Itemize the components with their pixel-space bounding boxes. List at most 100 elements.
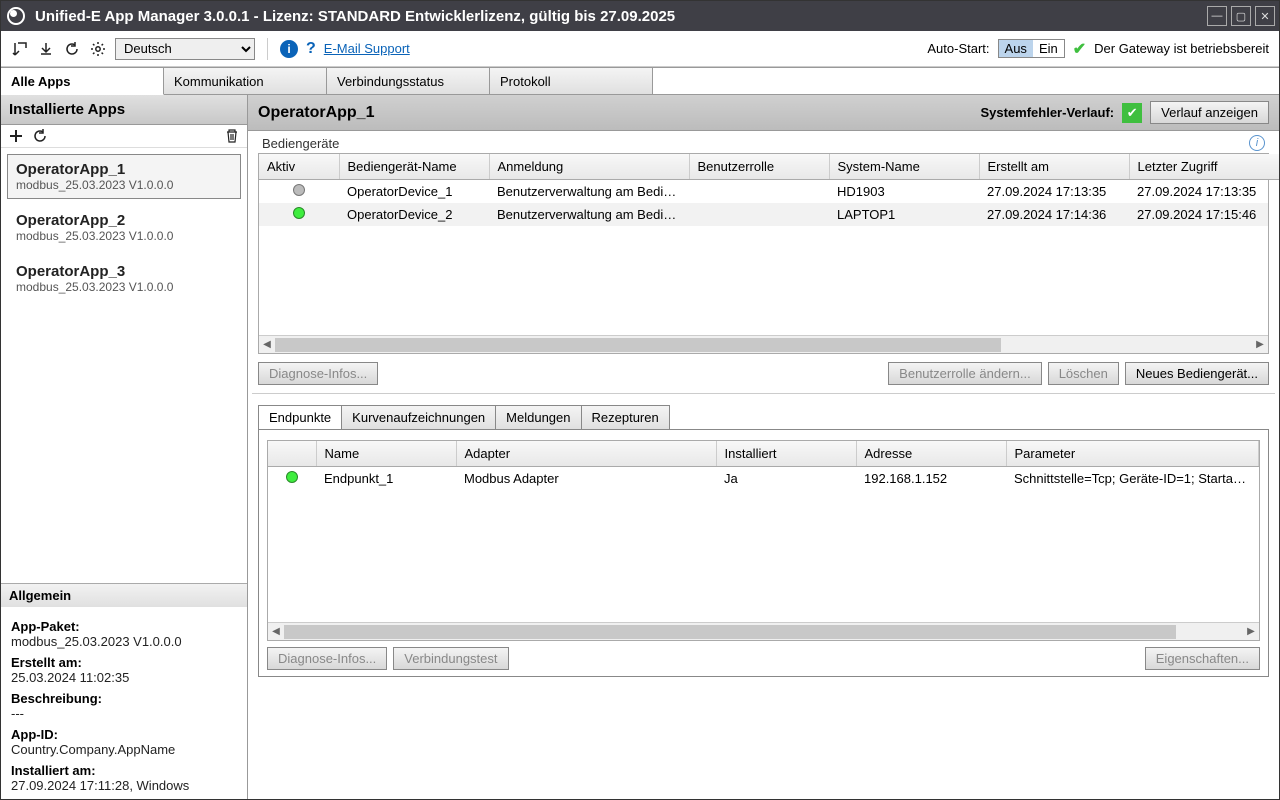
general-title: Allgemein: [1, 584, 247, 607]
scroll-right-icon[interactable]: ▶: [1252, 336, 1268, 353]
created-value: 25.03.2024 11:02:35: [11, 670, 237, 685]
language-select[interactable]: Deutsch: [115, 38, 255, 60]
autostart-toggle[interactable]: Aus Ein: [998, 39, 1065, 58]
app-card[interactable]: OperatorApp_1 modbus_25.03.2023 V1.0.0.0: [7, 154, 241, 199]
properties-button[interactable]: Eigenschaften...: [1145, 647, 1260, 670]
close-button[interactable]: ✕: [1255, 6, 1275, 26]
export-icon[interactable]: [11, 40, 29, 58]
diagnose-button[interactable]: Diagnose-Infos...: [258, 362, 378, 385]
desc-value: ---: [11, 706, 237, 721]
add-icon[interactable]: [9, 129, 23, 143]
col-created[interactable]: Erstellt am: [979, 154, 1129, 180]
autostart-label: Auto-Start:: [927, 41, 989, 56]
subtab-trends[interactable]: Kurvenaufzeichnungen: [341, 405, 496, 429]
window-title: Unified-E App Manager 3.0.0.1 - Lizenz: …: [35, 8, 1207, 25]
app-package: modbus_25.03.2023 V1.0.0.0: [16, 229, 232, 243]
endpoints-panel: Name Adapter Installiert Adresse Paramet…: [258, 429, 1269, 677]
devices-section-label: Bediengeräte: [262, 136, 339, 151]
scroll-left-icon[interactable]: ◀: [268, 623, 284, 640]
app-name: OperatorApp_1: [16, 161, 232, 178]
change-role-button[interactable]: Benutzerrolle ändern...: [888, 362, 1042, 385]
devices-table-wrapper: Aktiv Bediengerät-Name Anmeldung Benutze…: [258, 153, 1269, 354]
installed-label: Installiert am:: [11, 763, 237, 778]
tab-connection-status[interactable]: Verbindungsstatus: [327, 68, 490, 94]
col-ep-installed[interactable]: Installiert: [716, 441, 856, 467]
refresh-icon[interactable]: [63, 40, 81, 58]
col-active[interactable]: Aktiv: [259, 154, 339, 180]
minimize-button[interactable]: —: [1207, 6, 1227, 26]
sysfault-label: Systemfehler-Verlauf:: [980, 105, 1114, 120]
diagnose2-button[interactable]: Diagnose-Infos...: [267, 647, 387, 670]
delete-button[interactable]: Löschen: [1048, 362, 1119, 385]
app-name: OperatorApp_2: [16, 212, 232, 229]
col-ep-params[interactable]: Parameter: [1006, 441, 1259, 467]
email-support-link[interactable]: E-Mail Support: [324, 41, 410, 56]
subtab-endpoints[interactable]: Endpunkte: [258, 405, 342, 429]
trash-icon[interactable]: [225, 129, 239, 143]
toolbar: Deutsch i ? E-Mail Support Auto-Start: A…: [1, 31, 1279, 67]
app-logo-icon: [7, 7, 25, 25]
info-icon[interactable]: i: [280, 40, 298, 58]
created-label: Erstellt am:: [11, 655, 237, 670]
col-ep-address[interactable]: Adresse: [856, 441, 1006, 467]
conntest-button[interactable]: Verbindungstest: [393, 647, 508, 670]
gateway-status-text: Der Gateway ist betriebsbereit: [1094, 41, 1269, 56]
info-small-icon[interactable]: i: [1249, 135, 1265, 151]
subtab-messages[interactable]: Meldungen: [495, 405, 581, 429]
app-name: OperatorApp_3: [16, 263, 232, 280]
history-button[interactable]: Verlauf anzeigen: [1150, 101, 1269, 124]
app-card[interactable]: OperatorApp_2 modbus_25.03.2023 V1.0.0.0: [7, 205, 241, 250]
autostart-off[interactable]: Aus: [999, 40, 1033, 57]
general-panel: Allgemein App-Paket: modbus_25.03.2023 V…: [1, 583, 247, 799]
app-package: modbus_25.03.2023 V1.0.0.0: [16, 178, 232, 192]
maximize-button[interactable]: ▢: [1231, 6, 1251, 26]
main-tabs: Alle Apps Kommunikation Verbindungsstatu…: [1, 67, 1279, 95]
endpoint-row[interactable]: Endpunkt_1 Modbus Adapter Ja 192.168.1.1…: [268, 467, 1259, 490]
devices-table: Aktiv Bediengerät-Name Anmeldung Benutze…: [259, 154, 1279, 180]
app-package: modbus_25.03.2023 V1.0.0.0: [16, 280, 232, 294]
col-role[interactable]: Benutzerrolle: [689, 154, 829, 180]
status-dot-icon: [293, 184, 305, 196]
gear-icon[interactable]: [89, 40, 107, 58]
col-ep-adapter[interactable]: Adapter: [456, 441, 716, 467]
endpoints-scrollbar[interactable]: ◀ ▶: [268, 622, 1259, 640]
subtab-recipes[interactable]: Rezepturen: [581, 405, 670, 429]
title-bar: Unified-E App Manager 3.0.0.1 - Lizenz: …: [1, 1, 1279, 31]
tab-all-apps[interactable]: Alle Apps: [1, 68, 164, 95]
new-device-button[interactable]: Neues Bediengerät...: [1125, 362, 1269, 385]
app-header: OperatorApp_1 Systemfehler-Verlauf: ✔ Ve…: [248, 95, 1279, 131]
col-login[interactable]: Anmeldung: [489, 154, 689, 180]
appid-value: Country.Company.AppName: [11, 742, 237, 757]
scroll-right-icon[interactable]: ▶: [1243, 623, 1259, 640]
col-dev-name[interactable]: Bediengerät-Name: [339, 154, 489, 180]
main-panel: OperatorApp_1 Systemfehler-Verlauf: ✔ Ve…: [247, 95, 1279, 799]
sysfault-ok-icon: ✔: [1122, 103, 1142, 123]
endpoints-table: Name Adapter Installiert Adresse Paramet…: [268, 441, 1259, 467]
sidebar: Installierte Apps OperatorApp_1 modbus_2…: [1, 95, 247, 799]
tab-protocol[interactable]: Protokoll: [490, 68, 653, 94]
col-ep-name[interactable]: Name: [316, 441, 456, 467]
status-dot-icon: [293, 207, 305, 219]
col-last[interactable]: Letzter Zugriff: [1129, 154, 1279, 180]
col-system[interactable]: System-Name: [829, 154, 979, 180]
desc-label: Beschreibung:: [11, 691, 237, 706]
selected-app-name: OperatorApp_1: [258, 104, 374, 122]
tab-communication[interactable]: Kommunikation: [164, 68, 327, 94]
download-icon[interactable]: [37, 40, 55, 58]
appid-label: App-ID:: [11, 727, 237, 742]
autostart-on[interactable]: Ein: [1033, 40, 1064, 57]
scroll-left-icon[interactable]: ◀: [259, 336, 275, 353]
devices-scrollbar[interactable]: ◀ ▶: [259, 335, 1268, 353]
help-icon[interactable]: ?: [306, 40, 316, 58]
device-row[interactable]: OperatorDevice_2 Benutzerverwaltung am B…: [259, 203, 1268, 226]
status-ok-icon: ✔: [1073, 39, 1086, 59]
sync-icon[interactable]: [33, 129, 47, 143]
installed-value: 27.09.2024 17:11:28, Windows: [11, 778, 237, 793]
pkg-label: App-Paket:: [11, 619, 237, 634]
device-row[interactable]: OperatorDevice_1 Benutzerverwaltung am B…: [259, 180, 1268, 203]
sidebar-title: Installierte Apps: [1, 95, 247, 125]
app-card[interactable]: OperatorApp_3 modbus_25.03.2023 V1.0.0.0: [7, 256, 241, 301]
status-dot-icon: [286, 471, 298, 483]
sub-tabs: Endpunkte Kurvenaufzeichnungen Meldungen…: [258, 405, 1269, 429]
pkg-value: modbus_25.03.2023 V1.0.0.0: [11, 634, 237, 649]
